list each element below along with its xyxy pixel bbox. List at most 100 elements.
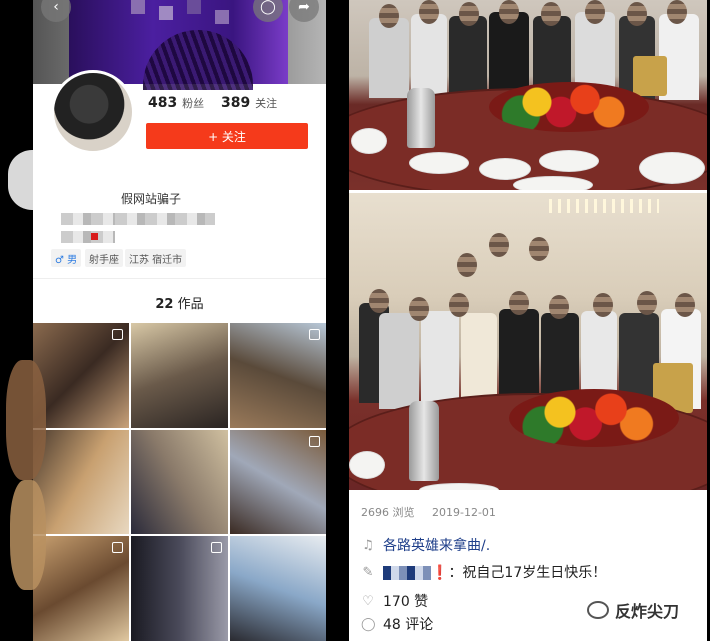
work-thumbnail[interactable] — [229, 429, 326, 535]
photo-kettle — [407, 88, 435, 148]
post-photo-1[interactable] — [349, 0, 707, 190]
bio-text: 假网站骗子 — [121, 192, 182, 206]
pixelation-block — [159, 6, 173, 20]
watermark: 反炸尖刀 — [587, 598, 679, 622]
blur-smudge — [8, 150, 68, 210]
multi-image-icon — [309, 329, 320, 340]
works-label: 作品 — [177, 297, 204, 312]
work-thumbnail[interactable] — [33, 429, 130, 535]
works-header: 22 作品 — [33, 293, 326, 312]
multi-image-icon — [112, 542, 124, 554]
avatar[interactable] — [51, 70, 135, 154]
pixelated-face — [489, 233, 509, 257]
photo-chair — [633, 56, 667, 96]
likes-row[interactable]: ♡ 170 赞 — [361, 591, 428, 611]
photo-plate — [409, 152, 469, 174]
photo-kettle — [409, 401, 439, 481]
follow-button[interactable]: + 关注 — [146, 123, 308, 149]
multi-image-icon — [210, 542, 222, 554]
photo-plate — [349, 451, 385, 479]
work-thumbnail[interactable] — [33, 323, 130, 428]
pencil-icon: ✎ — [362, 564, 374, 580]
photo-flowers — [509, 389, 679, 447]
chat-bubble-icon: ◯ — [260, 0, 276, 15]
work-thumbnail[interactable] — [229, 536, 326, 641]
photo-plate — [351, 128, 387, 154]
photo-plate — [513, 176, 593, 190]
pixelated-face — [585, 0, 605, 24]
work-thumbnail[interactable] — [131, 323, 228, 428]
comments-row[interactable]: ◯ 48 评论 — [361, 614, 433, 634]
redacted-username — [383, 566, 431, 580]
redacted-text — [115, 213, 215, 225]
photo-plate — [639, 152, 705, 184]
pixelated-face — [675, 293, 695, 317]
followers-label: 粉丝 — [182, 97, 205, 110]
multi-image-icon — [112, 329, 124, 340]
pixelation-block — [187, 0, 201, 14]
pixelation-block — [215, 10, 229, 24]
following-label: 关注 — [255, 97, 278, 110]
caption-text: ❗：祝自己17岁生日快乐！ — [383, 562, 606, 582]
pixelated-face — [667, 0, 687, 24]
pixelated-face — [409, 297, 429, 321]
work-thumbnail[interactable] — [131, 536, 228, 641]
followers-count[interactable]: 483 — [148, 95, 177, 111]
post-date: 2019-12-01 — [432, 506, 496, 519]
heart-icon: ♡ — [362, 593, 374, 609]
music-row[interactable]: ♫ 各路英雄来拿曲/. — [361, 535, 490, 555]
music-title[interactable]: 各路英雄来拿曲/. — [383, 535, 490, 555]
photo-person — [379, 313, 419, 409]
zodiac-tag: 射手座 — [85, 249, 123, 267]
works-count: 22 — [155, 297, 174, 312]
pixelated-face — [419, 0, 439, 24]
like-count: 170 赞 — [383, 594, 429, 610]
pixelated-face — [529, 237, 549, 261]
post-photo-2[interactable] — [349, 193, 707, 490]
comment-count: 48 评论 — [383, 617, 434, 633]
work-thumbnail[interactable] — [131, 429, 228, 535]
caption-exclamation: ❗ — [431, 565, 449, 581]
pixelated-face — [379, 4, 399, 28]
watermark-text: 反炸尖刀 — [615, 602, 680, 621]
work-thumbnail[interactable] — [229, 323, 326, 428]
pixelated-face — [449, 293, 469, 317]
divider — [33, 278, 326, 279]
view-count: 2696 浏览 — [361, 506, 415, 519]
gender-tag: ♂ 男 — [51, 249, 82, 267]
pixelated-face — [627, 2, 647, 26]
comment-icon: ◯ — [361, 616, 376, 632]
redacted-text — [61, 231, 115, 243]
photo-person — [369, 18, 409, 98]
male-symbol-icon: ♂ 男 — [55, 254, 78, 266]
music-note-icon: ♫ — [362, 537, 374, 553]
pixelated-face — [459, 2, 479, 26]
pixelated-face — [457, 253, 477, 277]
blur-smudge — [10, 480, 46, 590]
photo-chandelier — [549, 199, 659, 213]
redacted-text — [61, 213, 121, 225]
profile-stats: 483 粉丝 389 关注 — [148, 95, 289, 111]
caption-row: ✎ ❗：祝自己17岁生日快乐！ — [361, 562, 607, 582]
works-grid — [33, 323, 326, 641]
pixelated-face — [637, 291, 657, 315]
share-arrow-icon: ➦ — [298, 0, 310, 15]
pixelated-face — [509, 291, 529, 315]
post-meta: 2696 浏览 2019-12-01 — [361, 504, 510, 520]
photo-flowers — [489, 82, 649, 132]
profile-panel: ‹ ◯ ➦ 483 粉丝 389 关注 + 关注 假网站骗子 ♂ 男 射手座 江… — [33, 0, 326, 641]
photo-plate — [479, 158, 531, 180]
wechat-logo-icon — [587, 601, 609, 619]
chevron-left-icon: ‹ — [53, 0, 59, 15]
location-tag: 江苏 宿迁市 — [125, 249, 187, 267]
photo-plate — [539, 150, 599, 172]
photo-person — [421, 311, 459, 409]
pixelated-face — [499, 0, 519, 24]
photo-plate — [419, 483, 499, 490]
pixelated-face — [369, 289, 389, 313]
multi-image-icon — [309, 435, 320, 447]
pixelation-block — [131, 0, 145, 14]
following-count[interactable]: 389 — [221, 95, 250, 111]
pixelated-face — [593, 293, 613, 317]
work-thumbnail[interactable] — [33, 536, 130, 641]
